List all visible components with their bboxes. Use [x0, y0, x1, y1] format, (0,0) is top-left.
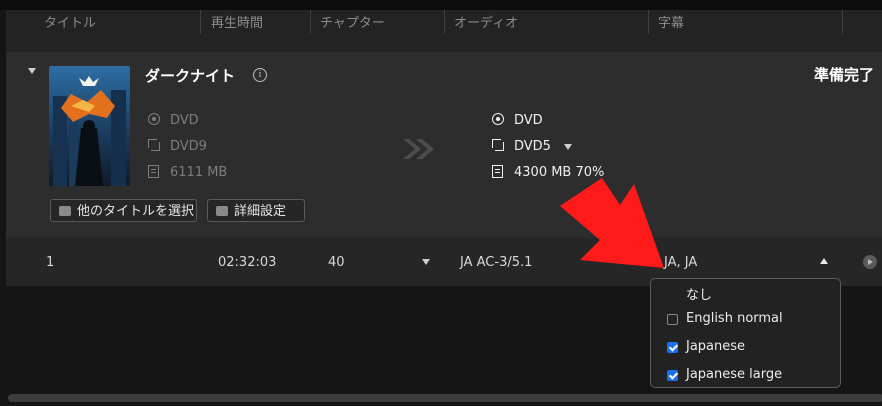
advanced-settings-button[interactable]: 詳細設定: [207, 199, 305, 222]
subtitle-dropdown-chevron-icon[interactable]: [820, 258, 828, 264]
horizontal-scrollbar[interactable]: [8, 394, 882, 402]
checkbox-checked-icon[interactable]: [667, 342, 678, 353]
file-size-icon: [492, 165, 503, 178]
settings-icon: [216, 206, 228, 216]
row-index: 1: [46, 255, 55, 270]
subtitle-dropdown-menu: なし English normal Japanese Japanese larg…: [650, 278, 841, 388]
double-chevron-right-icon: [403, 139, 434, 159]
column-duration[interactable]: 再生時間: [211, 12, 263, 31]
top-strip: [0, 0, 882, 10]
column-chapter[interactable]: チャプター: [320, 12, 385, 31]
row-chapters: 40: [328, 255, 345, 270]
list-icon: [59, 206, 71, 216]
source-layer: DVD9: [170, 139, 207, 154]
advanced-settings-label: 詳細設定: [234, 204, 287, 219]
source-size: 6111 MB: [170, 165, 228, 180]
movie-poster: [49, 66, 130, 186]
checkbox-unchecked-icon[interactable]: [667, 314, 678, 325]
disc-icon: [492, 113, 504, 125]
source-type: DVD: [170, 113, 199, 128]
option-label: Japanese: [686, 339, 746, 354]
select-other-titles-button[interactable]: 他のタイトルを選択: [50, 199, 197, 222]
layer-icon: [148, 139, 160, 151]
option-label: なし: [686, 288, 713, 303]
collapse-caret-icon[interactable]: [28, 68, 36, 74]
audio-select[interactable]: JA AC-3/5.1: [460, 255, 532, 270]
column-separator: [648, 10, 649, 34]
layer-icon: [492, 139, 504, 151]
column-separator: [842, 10, 843, 34]
column-separator: [200, 10, 201, 34]
chapter-dropdown-chevron-icon[interactable]: [422, 259, 430, 265]
column-title[interactable]: タイトル: [44, 12, 96, 31]
column-separator: [444, 10, 445, 34]
target-layer[interactable]: DVD5: [514, 139, 551, 154]
column-audio[interactable]: オーディオ: [454, 12, 518, 31]
column-subtitle[interactable]: 字幕: [658, 12, 684, 31]
checkbox-checked-icon[interactable]: [667, 370, 678, 381]
target-type: DVD: [514, 113, 543, 128]
file-size-icon: [148, 165, 159, 178]
column-separator: [310, 10, 311, 34]
info-icon[interactable]: i: [253, 68, 267, 82]
play-icon[interactable]: [863, 255, 877, 269]
annotation-arrow-icon: [560, 178, 664, 268]
disc-icon: [148, 113, 160, 125]
option-label: English normal: [686, 311, 783, 326]
option-label: Japanese large: [686, 367, 783, 382]
poster-image: [49, 66, 130, 186]
status-text: 準備完了: [813, 66, 874, 84]
disc-title: ダークナイト: [145, 67, 236, 85]
row-duration: 02:32:03: [218, 255, 277, 270]
chevron-down-icon[interactable]: [564, 144, 572, 150]
select-other-titles-label: 他のタイトルを選択: [77, 204, 195, 219]
